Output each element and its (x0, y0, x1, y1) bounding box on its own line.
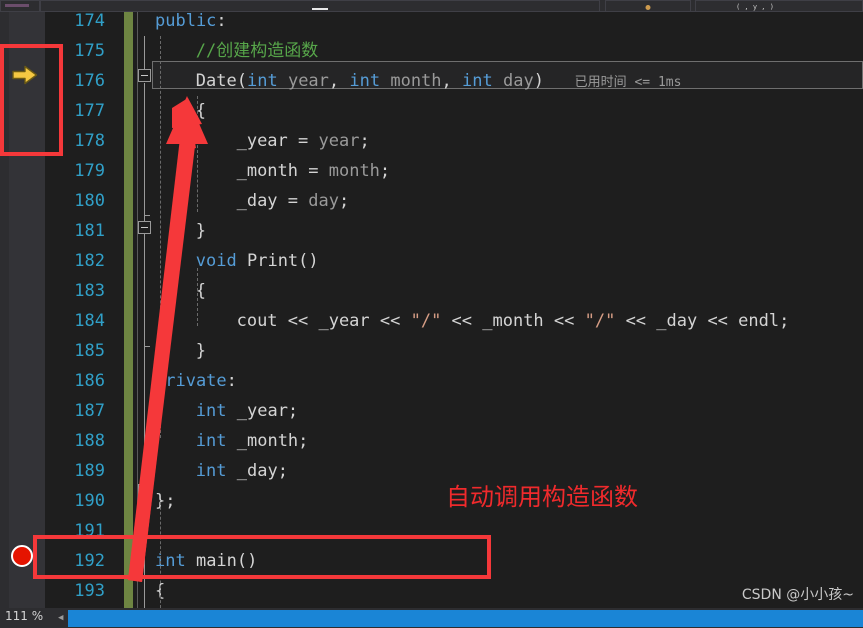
code-token: ; (379, 161, 391, 181)
code-token: () (236, 551, 258, 571)
code-token: _day (236, 191, 278, 211)
scope-underline-icon (312, 8, 328, 10)
line-number: 175 (74, 41, 105, 61)
project-icon (5, 4, 29, 7)
member-dot-icon (645, 5, 651, 10)
code-token: day (308, 191, 339, 211)
code-token: , (328, 71, 350, 91)
code-token: : (216, 12, 227, 31)
code-line[interactable]: cout << _year << "/" << _month << "/" <<… (237, 306, 790, 336)
horizontal-scrollbar-thumb[interactable] (68, 610, 863, 627)
nav-combo-scope[interactable] (40, 0, 600, 11)
navigation-bar: ( , y , ) (0, 0, 863, 12)
nav-combo-extra[interactable]: ( , y , ) (695, 0, 863, 11)
code-line[interactable]: _month = month; (237, 156, 391, 186)
code-token: Print (236, 251, 299, 271)
code-token: _year (236, 131, 288, 151)
code-lines[interactable]: public: //创建构造函数 Date(int year, int month,… (155, 12, 863, 608)
code-token: = (298, 161, 329, 181)
code-line[interactable]: public: (155, 12, 227, 36)
code-token: month (380, 71, 442, 91)
elapsed-time-annotation: 已用时间 <= 1ms (574, 75, 682, 90)
code-line[interactable]: Date(int year, int month, int day) 已用时间 … (196, 66, 682, 96)
code-token: month (328, 161, 380, 181)
code-token: = (287, 131, 319, 151)
code-token: year (277, 71, 329, 91)
nav-combo-member[interactable] (605, 0, 691, 11)
code-token: day (492, 71, 534, 91)
code-token: _month (236, 161, 299, 181)
nav-combo-project[interactable] (0, 0, 40, 11)
code-token: cout << _year << (236, 311, 411, 331)
code-token: "/" (584, 311, 616, 331)
code-token: << _month << (441, 311, 585, 331)
code-line[interactable]: _day = day; (237, 186, 350, 216)
red-pointer-arrow-icon (20, 82, 230, 582)
code-token: int (349, 71, 381, 91)
nav-combo-extra-label: ( , y , ) (736, 3, 774, 11)
code-line[interactable]: //创建构造函数 (196, 36, 318, 66)
code-token: year (318, 131, 360, 151)
horizontal-scrollbar-track[interactable] (68, 610, 863, 627)
code-token: << _day << endl; (615, 311, 790, 331)
watermark: CSDN @小小孩~ (741, 587, 854, 603)
code-token: int (247, 71, 278, 91)
code-token: ( (236, 71, 247, 91)
code-token: _month; (226, 431, 309, 451)
code-token: () (298, 251, 319, 271)
code-token: _year; (226, 401, 299, 421)
status-bar: 111 % ◀ (0, 608, 863, 628)
code-editor[interactable]: 174 175 176 177 178 179 180 181 182 183 184 185 186 1… (0, 12, 863, 608)
code-token: public (155, 12, 217, 31)
code-token: ; (338, 191, 350, 211)
code-token: ; (359, 131, 370, 151)
line-number: 174 (74, 12, 105, 31)
fold-line (144, 36, 145, 70)
code-token: int (462, 71, 493, 91)
auto-call-annotation: 自动调用构造函数 (446, 483, 638, 511)
zoom-level-label[interactable]: 111 % (5, 609, 43, 623)
code-token: ) (533, 71, 544, 91)
code-line[interactable]: _year = year; (237, 126, 370, 156)
code-token: , (441, 71, 463, 91)
fold-toggle-constructor[interactable] (138, 69, 151, 82)
code-token: "/" (410, 311, 442, 331)
code-token: _day; (226, 461, 288, 481)
scroll-left-button[interactable]: ◀ (58, 612, 67, 624)
code-token: = (277, 191, 309, 211)
code-token: //创建构造函数 (195, 41, 319, 61)
